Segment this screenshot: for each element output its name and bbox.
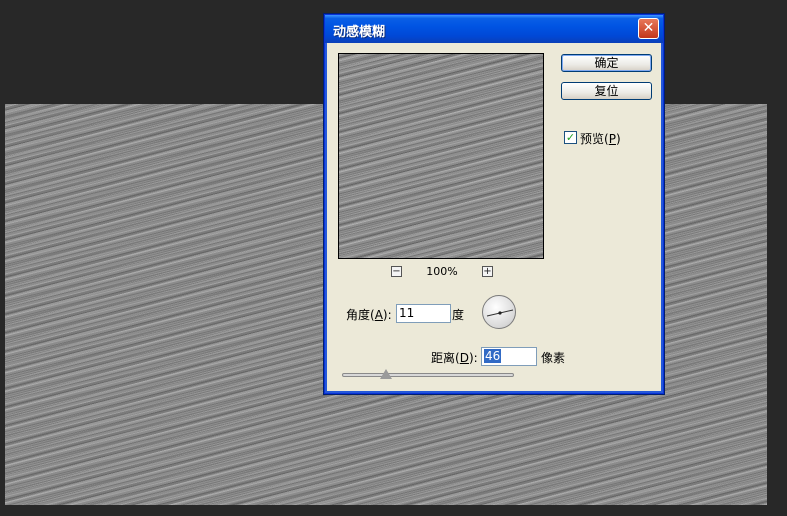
angle-unit: 度 — [452, 308, 465, 322]
distance-unit: 像素 — [541, 351, 566, 365]
dialog-titlebar[interactable]: 动感模糊 ✕ — [325, 15, 663, 43]
zoom-in-button[interactable]: + — [482, 266, 493, 277]
preview-image[interactable] — [338, 53, 544, 259]
angle-dial[interactable] — [482, 295, 516, 329]
close-button[interactable]: ✕ — [638, 18, 659, 39]
close-icon: ✕ — [642, 20, 655, 36]
distance-label: 距离(D): — [431, 351, 478, 365]
ok-button[interactable]: 确定 — [561, 54, 652, 72]
dialog-title: 动感模糊 — [333, 25, 386, 40]
distance-slider-thumb[interactable] — [380, 369, 392, 379]
minus-icon: − — [392, 266, 401, 277]
motion-blur-dialog: 动感模糊 ✕ − 100% + 确定 复位 ✓ 预览(P) 角度(A): 11 … — [324, 14, 664, 394]
reset-button[interactable]: 复位 — [561, 82, 652, 100]
checkmark-icon: ✓ — [565, 131, 576, 144]
distance-value-selected: 46 — [484, 349, 502, 363]
angle-input[interactable]: 11 — [396, 304, 451, 323]
dial-needle-icon — [486, 309, 514, 317]
preview-checkbox-label[interactable]: 预览(P) — [580, 130, 621, 147]
preview-checkbox[interactable]: ✓ — [564, 131, 577, 144]
distance-input[interactable]: 46 — [481, 347, 537, 366]
zoom-level: 100% — [426, 265, 458, 278]
plus-icon: + — [483, 266, 492, 277]
distance-slider-track[interactable] — [342, 373, 514, 377]
dialog-body: − 100% + 确定 复位 ✓ 预览(P) 角度(A): 11 度 距离(D)… — [328, 43, 660, 390]
zoom-out-button[interactable]: − — [391, 266, 402, 277]
angle-label: 角度(A): — [346, 308, 392, 322]
